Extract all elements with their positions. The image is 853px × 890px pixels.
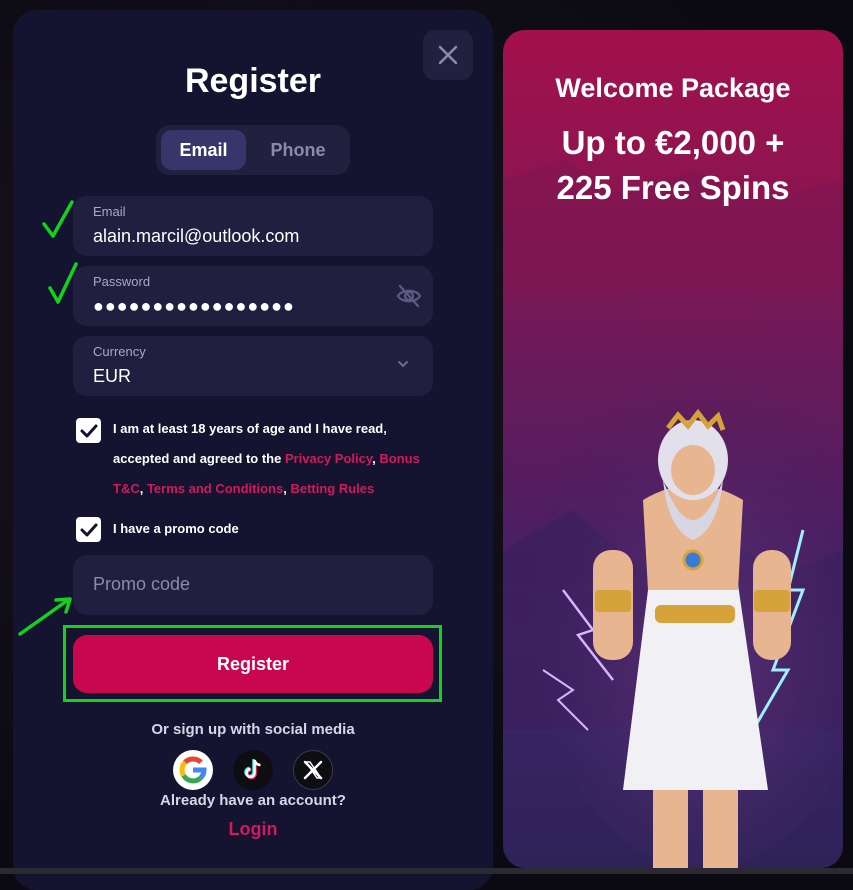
green-checkmark-annotation-icon <box>48 262 78 304</box>
banner-offer-line-1: Up to €2,000 + <box>561 124 785 161</box>
banner-headline: Welcome Package <box>555 73 791 103</box>
terms-conditions-link[interactable]: Terms and Conditions <box>147 481 283 496</box>
promo-code-check-label: I have a promo code <box>113 521 239 536</box>
login-link[interactable]: Login <box>13 819 493 840</box>
eye-off-icon[interactable] <box>395 282 423 310</box>
currency-value: EUR <box>93 366 132 386</box>
welcome-package-banner: Welcome Package Up to €2,000 + 225 Free … <box>503 30 843 868</box>
password-label: Password <box>93 274 151 289</box>
bottom-scrollbar <box>0 868 853 874</box>
green-checkmark-annotation-icon <box>42 200 74 238</box>
banner-offer-line-2: 225 Free Spins <box>556 169 790 206</box>
password-value[interactable]: ●●●●●●●●●●●●●●●●● <box>93 296 295 317</box>
currency-label: Currency <box>93 344 146 359</box>
currency-select[interactable]: Currency EUR <box>73 336 433 396</box>
x-signup-button[interactable] <box>293 750 333 790</box>
auth-method-tabs: Email Phone <box>156 125 350 175</box>
promo-code-input[interactable]: Promo code <box>73 555 433 615</box>
privacy-policy-link[interactable]: Privacy Policy <box>285 451 372 466</box>
tab-email[interactable]: Email <box>161 130 246 170</box>
tiktok-icon <box>244 759 261 780</box>
x-icon <box>303 760 323 780</box>
chevron-down-icon <box>398 361 408 368</box>
already-have-account-text: Already have an account? <box>160 792 346 809</box>
email-value[interactable]: alain.marcil@outlook.com <box>93 226 299 247</box>
password-field[interactable]: Password ●●●●●●●●●●●●●●●●● <box>73 266 433 326</box>
tiktok-signup-button[interactable] <box>233 750 273 790</box>
google-icon <box>179 756 207 784</box>
terms-sep-2: , <box>139 481 147 496</box>
terms-checkbox[interactable] <box>76 418 101 443</box>
modal-title: Register <box>184 62 322 100</box>
terms-text: I am at least 18 years of age and I have… <box>113 414 431 504</box>
checkmark-icon <box>80 523 97 536</box>
email-label: Email <box>93 204 126 219</box>
checkmark-icon <box>80 424 97 437</box>
email-field[interactable]: Email alain.marcil@outlook.com <box>73 196 433 256</box>
annotation-highlight-box <box>63 625 442 702</box>
google-signup-button[interactable] <box>173 750 213 790</box>
social-signup-text: Or sign up with social media <box>151 721 355 738</box>
promo-code-placeholder: Promo code <box>93 574 191 594</box>
banner-offer: Up to €2,000 + 225 Free Spins <box>503 120 843 210</box>
betting-rules-link[interactable]: Betting Rules <box>290 481 374 496</box>
green-arrow-annotation-icon <box>18 597 72 636</box>
promo-code-checkbox[interactable] <box>76 517 101 542</box>
tab-phone[interactable]: Phone <box>251 130 345 170</box>
